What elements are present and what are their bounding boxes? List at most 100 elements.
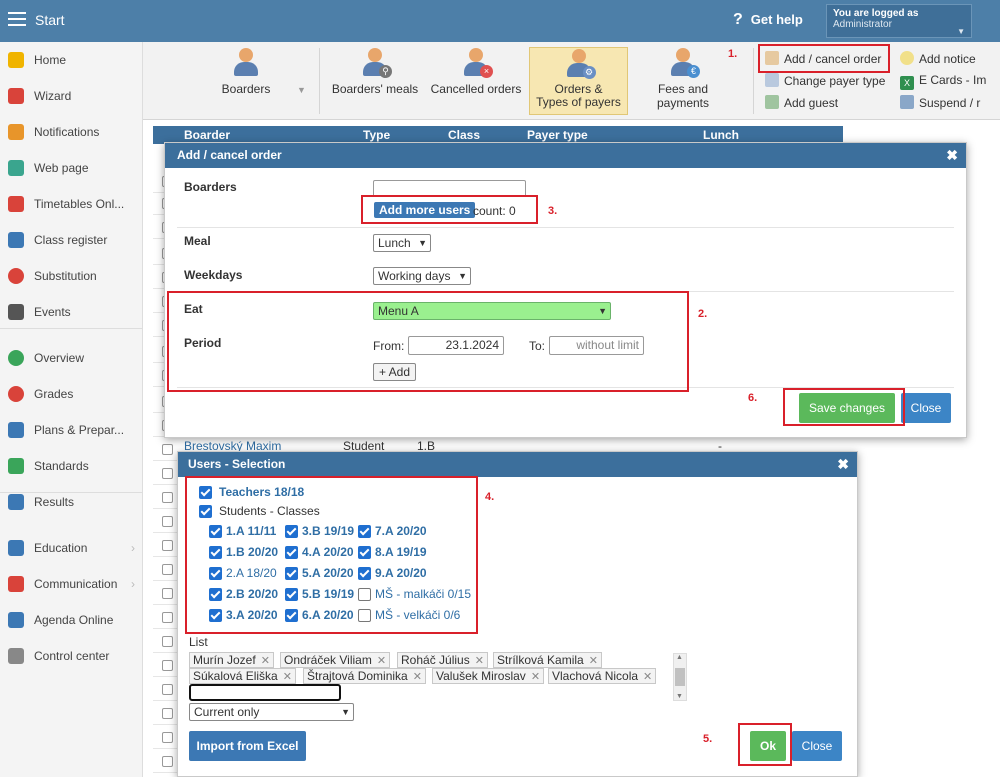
start-link[interactable]: Start <box>35 12 65 28</box>
envelope-icon <box>8 124 24 140</box>
selected-user-tag: Štrajtová Dominika ✕ <box>303 668 426 684</box>
sidebar-item-wizard[interactable]: Wizard <box>0 84 143 108</box>
sidebar-item-education[interactable]: Education › <box>0 536 143 560</box>
sidebar-item-control-center[interactable]: Control center <box>0 644 143 668</box>
house-icon <box>8 160 24 176</box>
selected-user-tag: Vlachová Nicola ✕ <box>548 668 657 684</box>
sidebar-item-communication[interactable]: Communication › <box>0 572 143 596</box>
row-checkbox[interactable] <box>162 492 173 503</box>
list-search-input[interactable] <box>189 684 341 701</box>
row-checkbox[interactable] <box>162 540 173 551</box>
chevron-right-icon: › <box>131 577 135 591</box>
column-header-type[interactable]: Type <box>363 128 390 142</box>
remove-tag-icon[interactable]: ✕ <box>531 671 540 683</box>
book-icon <box>8 232 24 248</box>
dialog-title: Add / cancel order <box>177 148 282 162</box>
annotation-box-4 <box>185 476 478 634</box>
lightbulb-icon <box>900 51 914 65</box>
annotation-box-2 <box>167 291 689 392</box>
list-label: List <box>189 635 208 649</box>
sidebar-item-standards[interactable]: Standards <box>0 454 143 478</box>
column-header-boarder[interactable]: Boarder <box>184 128 230 142</box>
sidebar-item-class-register[interactable]: Class register <box>0 228 143 252</box>
close-button[interactable]: Close <box>901 393 951 423</box>
close-icon[interactable]: ✖ <box>946 143 958 168</box>
get-help-button[interactable]: ? Get help <box>733 11 803 29</box>
top-bar: Start ? Get help You are logged as Admini… <box>0 0 1000 42</box>
change-payer-type-button[interactable]: Change payer type <box>765 73 885 88</box>
row-checkbox[interactable] <box>162 516 173 527</box>
row-checkbox[interactable] <box>162 564 173 575</box>
plans-icon <box>8 422 24 438</box>
sidebar-item-plans-prepar[interactable]: Plans & Prepar... <box>0 418 143 442</box>
sidebar: Home Wizard Notifications Web page Timetable… <box>0 42 143 777</box>
row-checkbox[interactable] <box>162 660 173 671</box>
list-scrollbar[interactable]: ▲ ▼ <box>673 653 687 701</box>
sidebar-item-notifications[interactable]: Notifications <box>0 120 143 144</box>
sidebar-item-results[interactable]: Results <box>0 490 143 514</box>
chevron-right-icon: › <box>131 541 135 555</box>
close-button[interactable]: Close <box>792 731 842 761</box>
row-checkbox[interactable] <box>162 636 173 647</box>
row-checkbox[interactable] <box>162 756 173 767</box>
dialog-header: Add / cancel order ✖ <box>165 143 966 168</box>
weekdays-select[interactable]: Working days ▼ <box>373 267 471 285</box>
fees-payments-button[interactable]: € Fees and payments <box>633 48 733 110</box>
sidebar-item-overview[interactable]: Overview <box>0 346 143 370</box>
menu-icon[interactable] <box>8 12 26 26</box>
import-from-excel-button[interactable]: Import from Excel <box>189 731 306 761</box>
row-checkbox[interactable] <box>162 612 173 623</box>
row-checkbox[interactable] <box>162 444 173 455</box>
sidebar-item-home[interactable]: Home <box>0 48 143 72</box>
wand-icon <box>8 88 24 104</box>
sidebar-item-grades[interactable]: Grades <box>0 382 143 406</box>
person-euro-icon: € <box>668 48 700 78</box>
boarders-meals-button[interactable]: ⚲ Boarders' meals <box>329 48 421 96</box>
sidebar-item-substitution[interactable]: Substitution <box>0 264 143 288</box>
question-icon: ? <box>733 11 743 28</box>
orders-types-button[interactable]: ⚙ Orders & Types of payers <box>529 47 628 115</box>
sidebar-item-web-page[interactable]: Web page <box>0 156 143 180</box>
close-icon[interactable]: ✖ <box>837 452 849 477</box>
chart-circle-icon <box>8 386 24 402</box>
sidebar-item-agenda-online[interactable]: Agenda Online <box>0 608 143 632</box>
person-add-icon <box>765 95 779 109</box>
chevron-down-icon: ▼ <box>458 271 467 281</box>
user-menu[interactable]: You are logged as Administrator ▼ <box>826 4 972 38</box>
column-header-lunch[interactable]: Lunch <box>703 128 739 142</box>
chevron-down-icon: ▼ <box>418 238 427 248</box>
column-header-payer-type[interactable]: Payer type <box>527 128 588 142</box>
ecards-import-button[interactable]: XE Cards - Im <box>900 73 986 90</box>
row-checkbox[interactable] <box>162 708 173 719</box>
remove-tag-icon[interactable]: ✕ <box>261 655 270 667</box>
cancelled-orders-button[interactable]: × Cancelled orders <box>429 48 523 96</box>
add-guest-button[interactable]: Add guest <box>765 95 838 110</box>
row-checkbox[interactable] <box>162 732 173 743</box>
meal-select[interactable]: Lunch ▼ <box>373 234 431 252</box>
row-checkbox[interactable] <box>162 588 173 599</box>
chevron-down-icon: ▼ <box>341 707 350 717</box>
remove-tag-icon[interactable]: ✕ <box>589 655 598 667</box>
meal-label: Meal <box>184 234 211 248</box>
sidebar-item-events[interactable]: Events <box>0 300 143 324</box>
sidebar-item-timetables-onl[interactable]: Timetables Onl... <box>0 192 143 216</box>
filter-select[interactable]: Current only ▼ <box>189 703 354 721</box>
add-notice-button[interactable]: Add notice <box>900 51 976 66</box>
suspend-button[interactable]: Suspend / r <box>900 95 980 110</box>
column-header-class[interactable]: Class <box>448 128 480 142</box>
remove-tag-icon[interactable]: ✕ <box>377 655 386 667</box>
chevron-down-icon[interactable]: ▼ <box>297 85 306 95</box>
education-icon <box>8 540 24 556</box>
remove-tag-icon[interactable]: ✕ <box>643 671 652 683</box>
remove-tag-icon[interactable]: ✕ <box>413 671 422 683</box>
selected-user-tag: Roháč Július ✕ <box>397 652 488 668</box>
remove-tag-icon[interactable]: ✕ <box>283 671 292 683</box>
row-checkbox[interactable] <box>162 684 173 695</box>
pen-icon <box>8 612 24 628</box>
remove-tag-icon[interactable]: ✕ <box>475 655 484 667</box>
boarders-button[interactable]: Boarders <box>201 48 291 96</box>
annotation-label-1: 1. <box>728 48 738 60</box>
check-circle-icon <box>8 350 24 366</box>
row-checkbox[interactable] <box>162 468 173 479</box>
annotation-label-3: 3. <box>548 205 558 217</box>
